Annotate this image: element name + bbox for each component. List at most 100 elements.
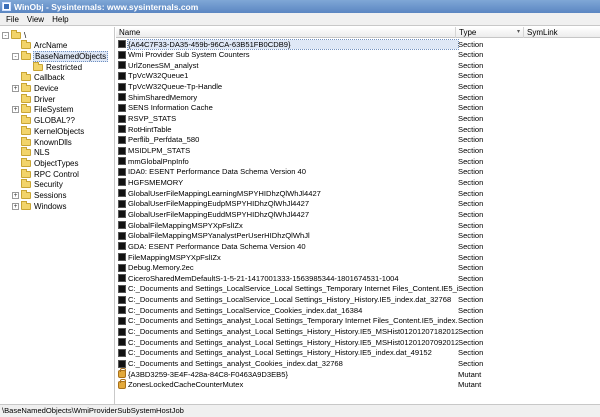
object-row[interactable]: RotHintTable Section — [116, 124, 600, 134]
object-type: Section — [458, 167, 484, 177]
tree-item[interactable]: + Device — [12, 83, 59, 94]
tree-item[interactable]: + Sessions — [12, 190, 67, 201]
tree-item[interactable]: ArcName — [12, 40, 68, 51]
column-header-symlink[interactable]: SymLink — [524, 27, 600, 38]
folder-icon — [21, 157, 31, 167]
object-list[interactable]: Name Type ▾ SymLink {A64C7F33-DA35-459b-… — [116, 27, 600, 404]
column-header-symlink-label: SymLink — [527, 28, 558, 37]
section-icon — [118, 316, 126, 325]
tree-item[interactable]: Driver — [12, 93, 56, 104]
folder-icon — [21, 115, 31, 125]
object-name: C:_Documents and Settings_LocalService_L… — [128, 284, 458, 294]
object-row[interactable]: GlobalFileMappingMSPYXpFslIZx Section — [116, 220, 600, 230]
status-bar: \BaseNamedObjects\WmiProviderSubSystemHo… — [0, 404, 600, 417]
object-name: GDA: ESENT Performance Data Schema Versi… — [128, 241, 306, 251]
object-row[interactable]: ShimSharedMemory Section — [116, 92, 600, 102]
tree-item[interactable]: ObjectTypes — [12, 157, 79, 168]
tree-item-label: FileSystem — [34, 105, 74, 115]
object-row[interactable]: {A3BD3259-3E4F-428a-84C8-F0463A9D3EB5} Mu… — [116, 368, 600, 379]
tree-item[interactable]: Security — [12, 179, 64, 190]
object-row[interactable]: MSIDLPM_STATS Section — [116, 146, 600, 156]
object-row[interactable]: Debug.Memory.2ec Section — [116, 263, 600, 273]
object-row[interactable]: RSVP_STATS Section — [116, 114, 600, 124]
tree-item[interactable]: + Windows — [12, 200, 67, 211]
object-name: C:_Documents and Settings_LocalService_C… — [128, 305, 363, 315]
object-row[interactable]: mmGlobalPnpInfo Section — [116, 156, 600, 166]
menu-view[interactable]: View — [23, 15, 48, 24]
expand-icon[interactable]: + — [12, 192, 19, 199]
object-row[interactable]: FileMappingMSPYXpFslIZx Section — [116, 252, 600, 262]
object-row[interactable]: GlobalUserFileMappingLearningMSPYHIDhzQl… — [116, 188, 600, 198]
object-row[interactable]: GlobalUserFileMappingEudpMSPYHIDhzQlWhJl… — [116, 199, 600, 209]
object-row[interactable]: TpVcW32Queue-Tp-Handle Section — [116, 82, 600, 92]
object-row[interactable]: GlobalUserFileMappingEuddMSPYHIDhzQlWhJl… — [116, 209, 600, 219]
column-header-type[interactable]: Type ▾ — [456, 27, 524, 38]
tree-item[interactable]: - \ — [2, 29, 27, 40]
winobj-app-icon — [2, 2, 11, 11]
object-row[interactable]: CiceroSharedMemDefaultS-1-5-21-141700133… — [116, 273, 600, 283]
object-row[interactable]: Wmi Provider Sub System Counters Section — [116, 50, 600, 60]
window-title: WinObj - Sysinternals: www.sysinternals.… — [14, 1, 199, 12]
object-row[interactable]: SENS Information Cache Section — [116, 103, 600, 113]
section-icon — [118, 295, 126, 304]
object-row[interactable]: HGFSMEMORY Section — [116, 177, 600, 187]
mutant-lock-icon — [118, 368, 126, 379]
tree-item[interactable]: Restricted — [24, 61, 83, 72]
tree-item-label: KnownDlls — [34, 137, 72, 147]
object-name: MSIDLPM_STATS — [128, 146, 191, 155]
expand-icon[interactable]: + — [12, 85, 19, 92]
object-type: Section — [458, 124, 484, 134]
object-row[interactable]: C:_Documents and Settings_LocalService_C… — [116, 305, 600, 315]
tree-item[interactable]: KernelObjects — [12, 125, 85, 136]
object-row[interactable]: IDA0: ESENT Performance Data Schema Vers… — [116, 167, 600, 177]
object-row[interactable]: C:_Documents and Settings_LocalService_L… — [116, 295, 600, 305]
object-name: C:_Documents and Settings_analyst_Local … — [128, 316, 458, 326]
tree-item[interactable]: KnownDlls — [12, 136, 73, 147]
object-row[interactable]: Perflib_Perfdata_580 Section — [116, 135, 600, 145]
object-row[interactable]: C:_Documents and Settings_LocalService_L… — [116, 284, 600, 294]
object-type: Section — [458, 284, 484, 294]
tree-item[interactable]: GLOBAL?? — [12, 115, 76, 126]
object-row[interactable]: C:_Documents and Settings_analyst_Local … — [116, 337, 600, 347]
object-row[interactable]: UrlZonesSM_analyst Section — [116, 60, 600, 70]
object-name: ShimSharedMemory — [128, 92, 198, 102]
object-row[interactable]: TpVcW32Queue1 Section — [116, 71, 600, 81]
section-icon — [118, 40, 126, 48]
collapse-icon[interactable]: - — [12, 52, 19, 60]
folder-icon — [21, 136, 31, 146]
tree-item[interactable]: NLS — [12, 147, 51, 158]
object-row[interactable]: C:_Documents and Settings_analyst_Local … — [116, 348, 600, 358]
tree-item-label: Security — [34, 180, 63, 190]
object-name: RotHintTable — [128, 124, 172, 134]
object-row[interactable]: C:_Documents and Settings_analyst_Cookie… — [116, 359, 600, 369]
object-type: Section — [458, 92, 484, 102]
object-type: Section — [458, 71, 484, 81]
object-type: Section — [458, 220, 484, 230]
object-row[interactable]: GlobalFileMappingMSPYanalystPerUserHIDhz… — [116, 231, 600, 241]
object-type: Section — [458, 50, 484, 60]
object-row[interactable]: C:_Documents and Settings_analyst_Local … — [116, 316, 600, 326]
object-row[interactable]: {A64C7F33-DA35-459b-96CA-63B51FB0CDB9} Se… — [116, 38, 600, 50]
tree-item[interactable]: - BaseNamedObjects — [12, 50, 109, 62]
section-icon — [118, 242, 126, 251]
menu-file[interactable]: File — [2, 15, 23, 24]
tree-item-label: Callback — [34, 73, 65, 83]
tree-item[interactable]: Callback — [12, 72, 66, 83]
object-row[interactable]: C:_Documents and Settings_analyst_Local … — [116, 327, 600, 337]
expand-icon[interactable]: + — [12, 106, 19, 114]
object-row[interactable]: ZonesLockedCacheCounterMutex Mutant — [116, 378, 600, 390]
section-icon — [118, 231, 126, 240]
tree-item[interactable]: + FileSystem — [12, 104, 75, 115]
namespace-tree[interactable]: - \ ArcName - BaseNamedObjects Restricted Call… — [0, 27, 115, 404]
expand-icon[interactable]: + — [12, 202, 19, 210]
object-name: Debug.Memory.2ec — [128, 263, 194, 273]
column-header-name[interactable]: Name — [116, 27, 456, 38]
tree-item[interactable]: RPC Control — [12, 168, 80, 179]
object-row[interactable]: GDA: ESENT Performance Data Schema Versi… — [116, 241, 600, 251]
collapse-icon[interactable]: - — [2, 31, 9, 39]
object-type: Section — [458, 199, 484, 209]
menu-help[interactable]: Help — [48, 15, 72, 24]
